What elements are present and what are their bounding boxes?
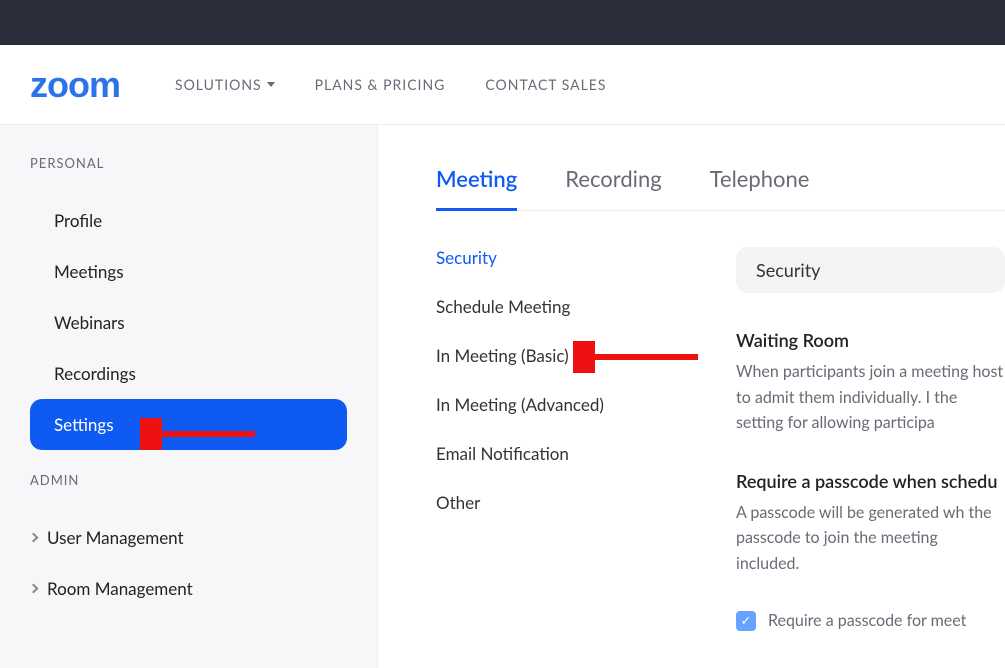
nav-solutions-label: SOLUTIONS [175, 76, 262, 93]
top-dark-bar [0, 0, 1005, 45]
sidebar-section-admin: ADMIN [30, 472, 347, 488]
sidebar-item-label: Room Management [47, 578, 193, 599]
option-waiting-room-desc: When participants join a meeting host to… [736, 359, 1005, 436]
sidebar-item-label: User Management [47, 527, 184, 548]
subnav-schedule-meeting[interactable]: Schedule Meeting [436, 296, 676, 317]
subnav-in-meeting-basic[interactable]: In Meeting (Basic) [436, 345, 676, 366]
subnav-in-meeting-advanced[interactable]: In Meeting (Advanced) [436, 394, 676, 415]
sidebar-section-personal: PERSONAL [30, 155, 347, 171]
header: zoom SOLUTIONS PLANS & PRICING CONTACT S… [0, 45, 1005, 125]
sidebar-item-room-management[interactable]: Room Management [30, 563, 347, 614]
tab-recording[interactable]: Recording [565, 165, 661, 210]
sidebar-item-recordings[interactable]: Recordings [30, 348, 347, 399]
subnav-security[interactable]: Security [436, 247, 676, 268]
nav-plans-pricing[interactable]: PLANS & PRICING [315, 76, 446, 93]
chevron-right-icon [29, 533, 39, 543]
zoom-logo[interactable]: zoom [30, 64, 120, 106]
subnav-email-notification[interactable]: Email Notification [436, 443, 676, 464]
sidebar-item-meetings[interactable]: Meetings [30, 246, 347, 297]
settings-content: Security Waiting Room When participants … [736, 247, 1005, 631]
tabs: Meeting Recording Telephone [436, 165, 1005, 211]
option-passcode-title: Require a passcode when schedu [736, 470, 1005, 492]
chevron-right-icon [29, 584, 39, 594]
sidebar-item-webinars[interactable]: Webinars [30, 297, 347, 348]
passcode-checkbox[interactable]: ✓ [736, 611, 756, 631]
option-waiting-room-title: Waiting Room [736, 329, 1005, 351]
sidebar: PERSONAL Profile Meetings Webinars Recor… [0, 125, 378, 668]
tab-telephone[interactable]: Telephone [710, 165, 810, 210]
settings-subnav: Security Schedule Meeting In Meeting (Ba… [436, 247, 676, 631]
tab-meeting[interactable]: Meeting [436, 165, 517, 211]
sidebar-item-user-management[interactable]: User Management [30, 512, 347, 563]
passcode-checkbox-label: Require a passcode for meet [768, 611, 966, 630]
option-passcode-desc: A passcode will be generated wh the pass… [736, 500, 1005, 577]
subnav-other[interactable]: Other [436, 492, 676, 513]
passcode-checkbox-row: ✓ Require a passcode for meet [736, 611, 1005, 631]
main-panel: Meeting Recording Telephone Security Sch… [378, 125, 1005, 668]
sidebar-item-settings[interactable]: Settings [30, 399, 347, 450]
section-heading-security: Security [736, 247, 1005, 293]
nav-solutions[interactable]: SOLUTIONS [175, 76, 275, 93]
nav-contact-sales[interactable]: CONTACT SALES [485, 76, 606, 93]
caret-down-icon [267, 82, 275, 87]
sidebar-item-profile[interactable]: Profile [30, 195, 347, 246]
